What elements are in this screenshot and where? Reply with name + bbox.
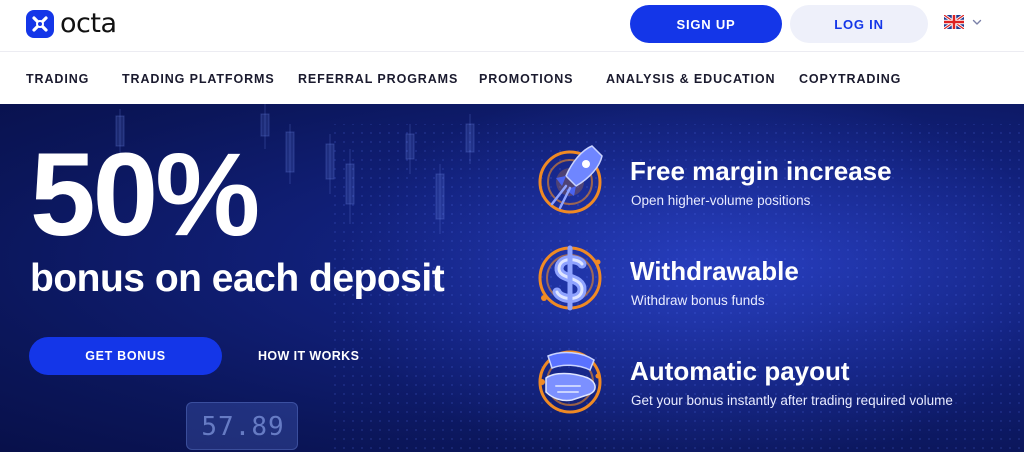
octa-logo-icon [26, 10, 54, 38]
feature-title-free-margin: Free margin increase [630, 156, 892, 186]
top-header: octa SIGN UP LOG IN [0, 0, 1024, 52]
chevron-down-icon [972, 19, 982, 25]
nav-item-promotions[interactable]: PROMOTIONS [479, 72, 573, 86]
feature-desc-withdrawable: Withdraw bonus funds [631, 293, 765, 308]
main-navigation: TRADING TRADING PLATFORMS REFERRAL PROGR… [0, 52, 1024, 104]
nav-item-copytrading[interactable]: COPYTRADING [799, 72, 901, 86]
feature-desc-free-margin: Open higher-volume positions [631, 193, 811, 208]
feature-title-withdrawable: Withdrawable [630, 256, 799, 286]
feature-title-automatic-payout: Automatic payout [630, 356, 850, 386]
how-it-works-link[interactable]: HOW IT WORKS [258, 349, 359, 363]
brand-name: octa [60, 8, 117, 39]
get-bonus-button[interactable]: GET BONUS [29, 337, 222, 375]
nav-item-trading-platforms[interactable]: TRADING PLATFORMS [122, 72, 275, 86]
nav-item-trading[interactable]: TRADING [26, 72, 89, 86]
nav-item-referral-programs[interactable]: REFERRAL PROGRAMS [298, 72, 458, 86]
dollar-icon [538, 245, 602, 311]
sign-up-button[interactable]: SIGN UP [630, 5, 782, 43]
bonus-subheadline: bonus on each deposit [30, 257, 445, 300]
feature-desc-automatic-payout: Get your bonus instantly after trading r… [631, 393, 953, 408]
nav-item-analysis-education[interactable]: ANALYSIS & EDUCATION [606, 72, 775, 86]
ticker-value: 57.89 [201, 412, 285, 442]
bonus-percentage-headline: 50% [30, 129, 260, 261]
bonus-hero-banner: 50% bonus on each deposit GET BONUS HOW … [0, 104, 1024, 452]
price-ticker-display: 57.89 [186, 402, 298, 450]
uk-flag-icon [944, 15, 964, 29]
language-selector[interactable] [944, 15, 982, 29]
octa-logo[interactable]: octa [26, 9, 117, 39]
rocket-icon [538, 145, 603, 214]
log-in-button[interactable]: LOG IN [790, 5, 928, 43]
money-hand-icon [538, 350, 602, 414]
